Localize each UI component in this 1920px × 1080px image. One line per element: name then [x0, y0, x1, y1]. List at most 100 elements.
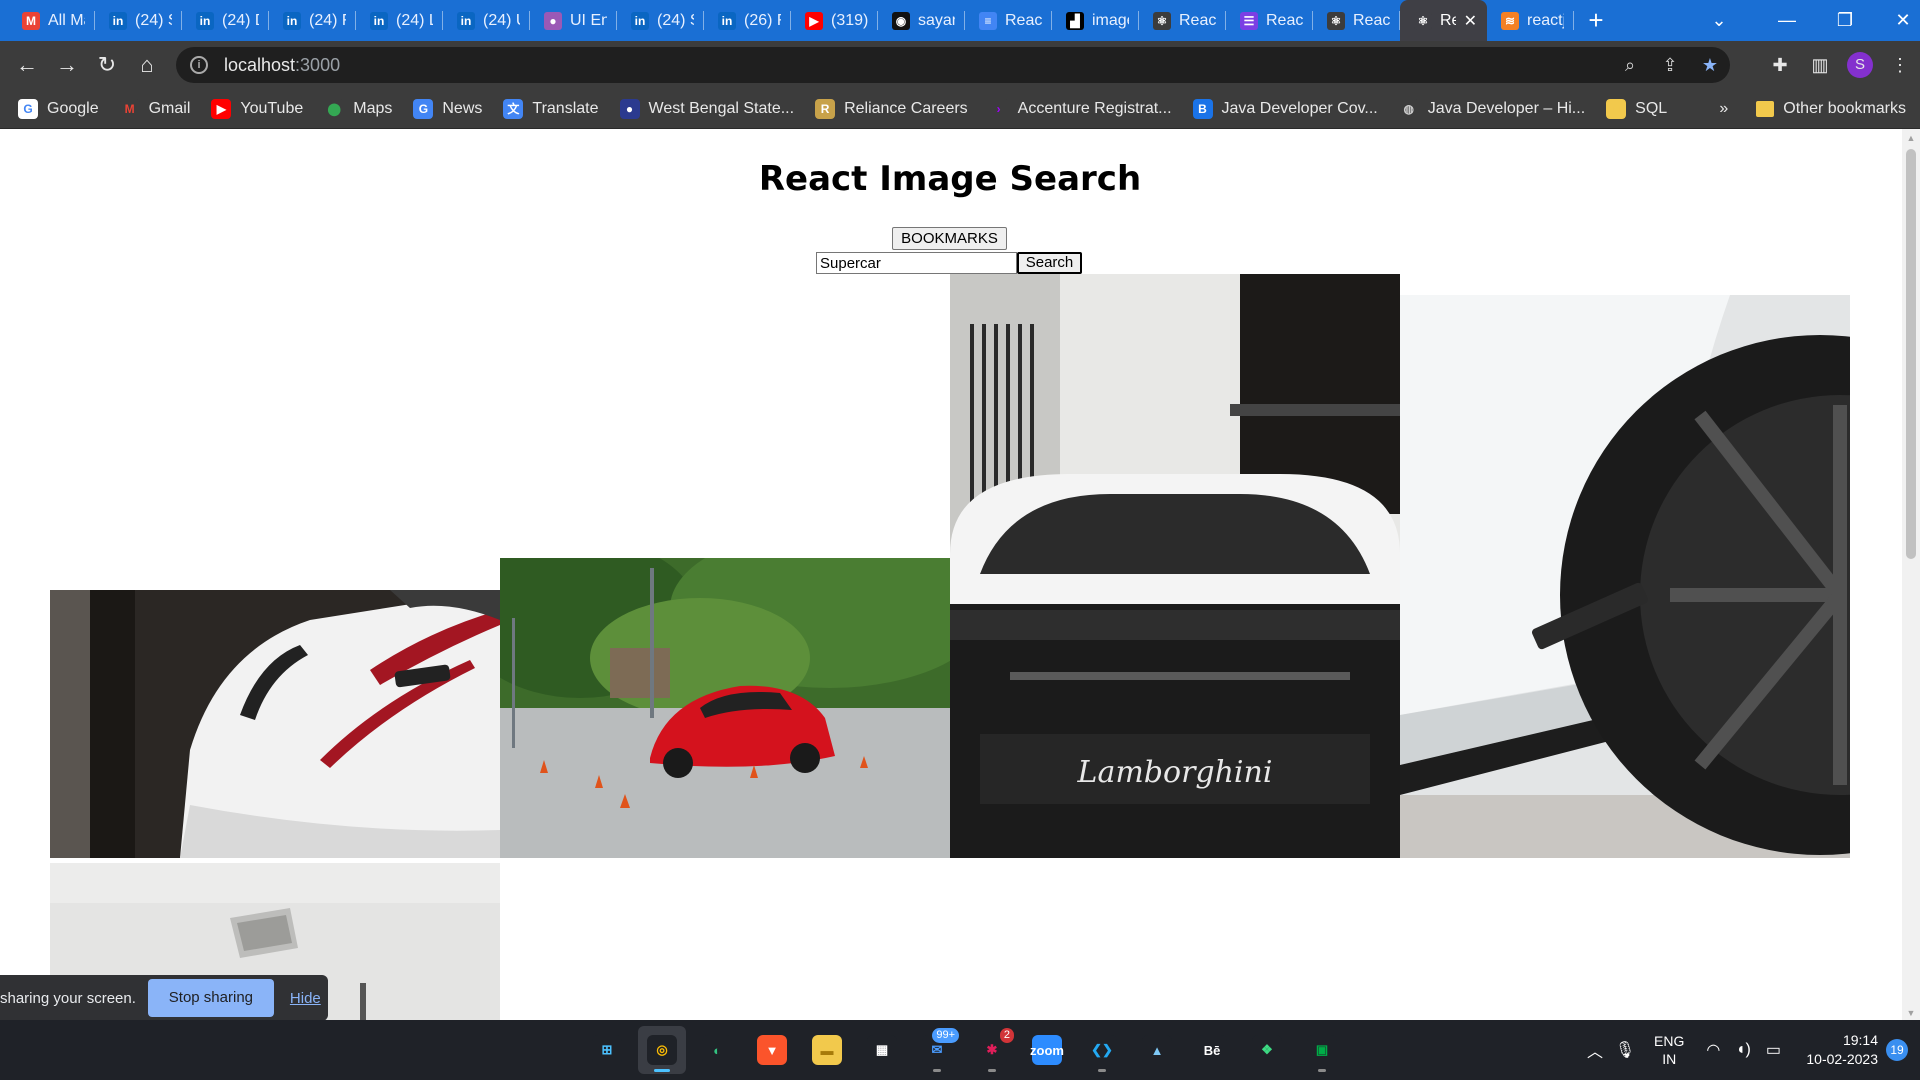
- scroll-down-icon[interactable]: ▼: [1902, 1008, 1920, 1018]
- profile-avatar[interactable]: S: [1847, 52, 1873, 78]
- microphone-icon[interactable]: 🎙: [1610, 1040, 1640, 1060]
- browser-tab[interactable]: in (24) D: [182, 0, 269, 41]
- store-icon[interactable]: ▦: [858, 1026, 906, 1074]
- back-icon[interactable]: ←: [7, 45, 47, 85]
- share-status-text: sharing your screen.: [0, 989, 136, 1007]
- hide-link[interactable]: Hide: [290, 990, 321, 1007]
- app-glyph: ▬: [812, 1035, 842, 1065]
- result-image[interactable]: [50, 590, 500, 858]
- bookmark-item[interactable]: ⬤ Maps: [324, 98, 392, 119]
- search-button[interactable]: Search: [1017, 252, 1082, 274]
- bookmark-item[interactable]: ▶ YouTube: [211, 98, 303, 119]
- home-icon[interactable]: ⌂: [127, 45, 167, 85]
- list-icon: ☰: [1240, 11, 1258, 30]
- bookmark-star-icon[interactable]: ★: [1690, 55, 1730, 76]
- file-explorer-icon[interactable]: ▬: [803, 1026, 851, 1074]
- share-icon[interactable]: ⇪: [1650, 55, 1690, 76]
- brave-icon[interactable]: ▼: [748, 1026, 796, 1074]
- behance-icon[interactable]: Bē: [1188, 1026, 1236, 1074]
- photos-icon[interactable]: ▲: [1133, 1026, 1181, 1074]
- bookmark-item[interactable]: M Gmail: [119, 98, 190, 119]
- windows-start-icon[interactable]: ⊞: [583, 1026, 631, 1074]
- browser-tab[interactable]: in (24) U: [443, 0, 530, 41]
- bookmark-item[interactable]: › Accenture Registrat...: [988, 98, 1172, 119]
- slack-icon[interactable]: ✱ 2: [968, 1026, 1016, 1074]
- close-tab-icon[interactable]: ✕: [1464, 11, 1477, 31]
- result-image[interactable]: Lamborghini: [950, 274, 1400, 858]
- scroll-up-icon[interactable]: ▲: [1902, 133, 1920, 143]
- edge-icon[interactable]: ◐: [693, 1026, 741, 1074]
- tab-active[interactable]: ⚛ Re ✕: [1400, 0, 1487, 41]
- volume-icon[interactable]: ◖): [1728, 1041, 1758, 1059]
- widgets-icon[interactable]: ❖: [1243, 1026, 1291, 1074]
- app-glyph: ◐: [702, 1035, 732, 1065]
- running-indicator: [988, 1069, 996, 1072]
- tray-overflow-icon[interactable]: ︿: [1580, 1038, 1610, 1062]
- reliance-icon: R: [815, 98, 836, 119]
- browser-tab[interactable]: ⚛ React: [1139, 0, 1226, 41]
- other-bookmarks-label: Other bookmarks: [1783, 100, 1906, 117]
- browser-tab[interactable]: ▟ image: [1052, 0, 1139, 41]
- browser-tab[interactable]: in (24) L: [356, 0, 443, 41]
- bookmark-item[interactable]: 文 Translate: [503, 98, 599, 119]
- browser-tab[interactable]: ◉ sayan: [878, 0, 965, 41]
- bookmark-label: Google: [47, 99, 99, 117]
- browser-tab[interactable]: M All Ma: [8, 0, 95, 41]
- battery-icon[interactable]: ▭: [1758, 1040, 1788, 1060]
- browser-tab[interactable]: in (24) F: [269, 0, 356, 41]
- meet-icon[interactable]: ▣: [1298, 1026, 1346, 1074]
- notification-badge[interactable]: 19: [1886, 1039, 1908, 1061]
- bookmarks-button[interactable]: BOOKMARKS: [892, 227, 1007, 250]
- result-image[interactable]: [500, 558, 950, 858]
- vscode-icon[interactable]: ❮❯: [1078, 1026, 1126, 1074]
- bookmark-item[interactable]: B Java Developer Cov...: [1192, 98, 1378, 119]
- scrollbar-thumb[interactable]: [1906, 149, 1916, 559]
- site-info-icon[interactable]: i: [190, 56, 208, 74]
- mail-icon[interactable]: ✉ 99+: [913, 1026, 961, 1074]
- address-bar[interactable]: i localhost:3000 ⌕ ⇪ ★: [176, 47, 1730, 83]
- bookmark-item[interactable]: ■ SQL: [1606, 98, 1667, 119]
- chrome-icon[interactable]: ◎: [638, 1026, 686, 1074]
- tab-title: All Ma: [48, 11, 85, 29]
- bookmark-list: G Google M Gmail ▶ YouTube ⬤ Maps G News 文 Translat…: [18, 98, 1688, 119]
- result-image[interactable]: [1400, 295, 1850, 858]
- language-indicator[interactable]: ENG IN: [1654, 1032, 1684, 1068]
- page-title: React Image Search: [758, 159, 1142, 199]
- reload-icon[interactable]: ↻: [87, 45, 127, 85]
- stop-sharing-button[interactable]: Stop sharing: [147, 979, 274, 1017]
- zoom-icon[interactable]: zoom: [1023, 1026, 1071, 1074]
- bookmark-item[interactable]: G News: [413, 98, 482, 119]
- side-panel-icon[interactable]: ▥: [1800, 55, 1840, 76]
- browser-tab[interactable]: ≋ reactj: [1487, 0, 1574, 41]
- tab-search-icon[interactable]: ⌄: [1690, 10, 1748, 31]
- browser-tab[interactable]: ≡ React: [965, 0, 1052, 41]
- bookmark-item[interactable]: ● West Bengal State...: [619, 98, 794, 119]
- browser-tab[interactable]: ☰ React: [1226, 0, 1313, 41]
- clock[interactable]: 19:14 10-02-2023: [1806, 1031, 1878, 1069]
- wifi-icon[interactable]: ◠: [1698, 1040, 1728, 1060]
- browser-tab[interactable]: in (24) S: [95, 0, 182, 41]
- extensions-icon[interactable]: ✚: [1760, 55, 1800, 76]
- linkedin-icon: in: [196, 11, 214, 30]
- close-window-icon[interactable]: ✕: [1874, 10, 1920, 31]
- bookmark-item[interactable]: G Google: [18, 98, 99, 119]
- new-tab-icon[interactable]: +: [1574, 5, 1618, 36]
- bookmark-item[interactable]: ◍ Java Developer – Hi...: [1398, 98, 1585, 119]
- page-scrollbar[interactable]: ▲ ▼: [1902, 129, 1920, 1020]
- restore-icon[interactable]: ❐: [1816, 10, 1874, 31]
- browser-tab[interactable]: in (26) F: [704, 0, 791, 41]
- running-indicator: [1098, 1069, 1106, 1072]
- forward-icon[interactable]: →: [47, 45, 87, 85]
- bookmark-item[interactable]: R Reliance Careers: [815, 98, 968, 119]
- more-bookmarks-icon[interactable]: »: [1719, 100, 1728, 118]
- browser-tab[interactable]: in (24) S: [617, 0, 704, 41]
- browser-tab[interactable]: ⚛ React: [1313, 0, 1400, 41]
- search-input[interactable]: [816, 252, 1017, 274]
- minimize-icon[interactable]: —: [1758, 10, 1816, 31]
- browser-tab[interactable]: ● UI Eng: [530, 0, 617, 41]
- menu-icon[interactable]: ⋮: [1880, 55, 1920, 76]
- zoom-icon[interactable]: ⌕: [1610, 55, 1650, 76]
- browser-tab[interactable]: ▶ (319): [791, 0, 878, 41]
- browser-toolbar: ← → ↻ ⌂ i localhost:3000 ⌕ ⇪ ★ ✚ ▥ S ⋮: [0, 41, 1920, 89]
- other-bookmarks-folder[interactable]: Other bookmarks: [1756, 100, 1906, 118]
